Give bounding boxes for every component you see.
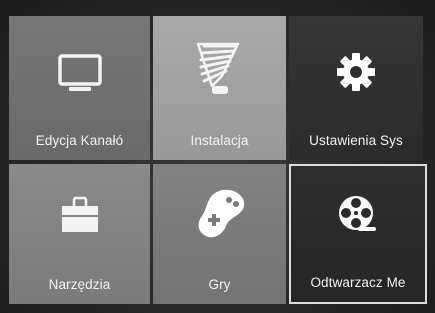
film-reel-icon [291,193,425,237]
tile-label: Edycja Kanałó [35,133,124,148]
tile-label: Ustawienia Sys [309,133,403,148]
tile-label: Instalacja [190,133,249,148]
tile-installation[interactable]: Instalacja [153,16,286,160]
tile-label: Gry [208,277,231,292]
monitor-icon [9,50,150,98]
main-menu-screen: Edycja Kanałó Instalacja Ustawienia Sys … [0,0,435,313]
tile-label: Narzędzia [48,277,111,292]
toolbox-icon [9,192,150,236]
tile-games[interactable]: Gry [153,164,286,304]
tile-system-settings[interactable]: Ustawienia Sys [289,16,423,160]
gear-icon [289,52,423,92]
tile-label: Odtwarzacz Me [310,275,406,290]
satellite-dish-icon [153,42,286,102]
tile-channel-edit[interactable]: Edycja Kanałó [9,16,150,160]
tile-tools[interactable]: Narzędzia [9,164,150,304]
gamepad-icon [153,186,286,242]
tile-media-player[interactable]: Odtwarzacz Me [289,164,427,304]
